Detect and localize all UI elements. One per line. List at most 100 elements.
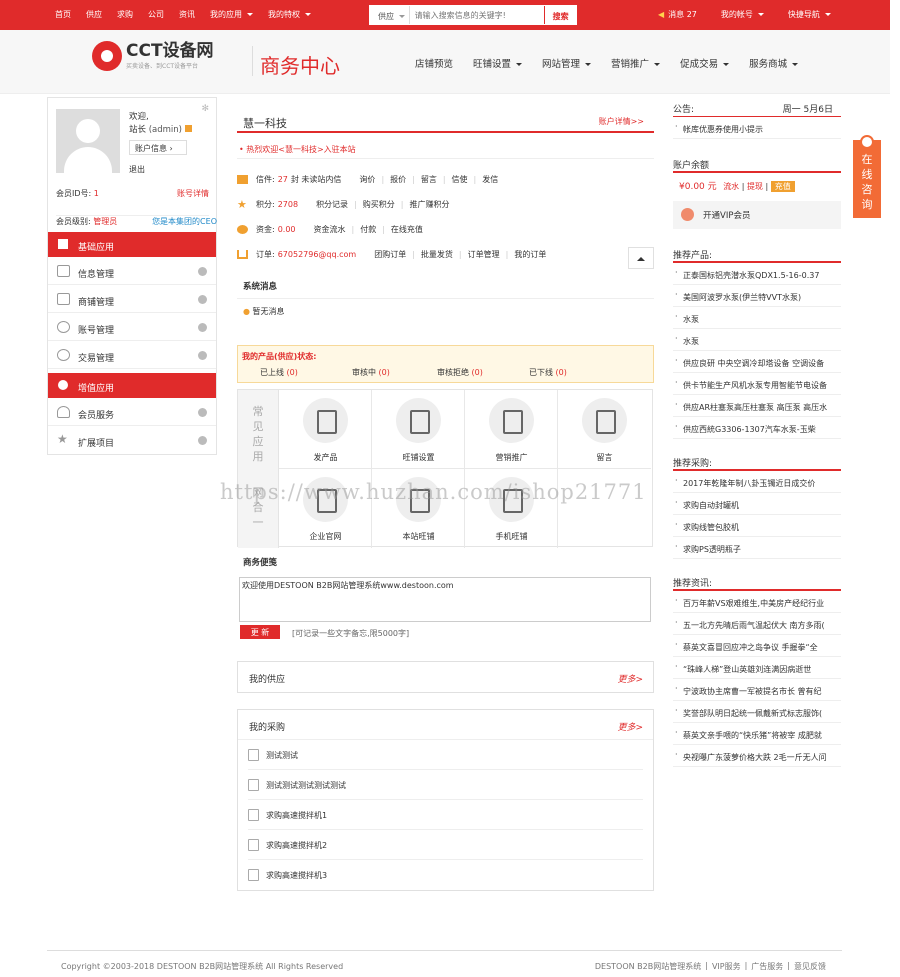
top-nav-privileges[interactable]: 我的特权 — [268, 9, 311, 20]
list-item[interactable]: 奖誉部队明日起统一佩戴新式标志服饰( — [673, 701, 841, 723]
search-button[interactable]: 搜索 — [544, 6, 576, 24]
account-detail-link[interactable]: 账户详情>> — [599, 116, 644, 127]
list-item[interactable]: “珠峰人梯”登山英雄刘连满因病逝世 — [673, 657, 841, 679]
section-value[interactable]: 增值应用 — [48, 373, 216, 398]
nav-site-manage[interactable]: 网站管理 — [542, 56, 592, 70]
sidebar-item-trade[interactable]: 交易管理 — [48, 341, 216, 369]
footer-link-destoon[interactable]: DESTOON B2B网站管理系统 — [595, 961, 701, 972]
nav-service-mall[interactable]: 服务商城 — [749, 56, 799, 70]
list-item[interactable]: 供应良研 中央空调冷却塔设备 空调设备 — [673, 351, 841, 373]
sidebar-item-account[interactable]: 账号管理 — [48, 313, 216, 341]
link-quote[interactable]: 报价 — [390, 174, 406, 185]
quick-nav-link[interactable]: 快捷导航 — [788, 9, 831, 20]
sidebar-item-shop[interactable]: 商铺管理 — [48, 285, 216, 313]
online-consult-button[interactable]: 在线咨询 — [853, 135, 881, 218]
memo-update-button[interactable]: 更 新 — [240, 625, 280, 639]
link-order-manage[interactable]: 订单管理 — [468, 249, 500, 260]
status-offline[interactable]: 已下线 (0) — [529, 367, 567, 378]
sidebar-item-extensions[interactable]: ★ 扩展项目 — [48, 426, 216, 454]
account-detail-link[interactable]: 账号详情 — [177, 188, 209, 199]
list-item[interactable]: 正泰国标铝壳潜水泵QDX1.5-16-0.37 — [673, 263, 841, 285]
link-messenger[interactable]: 信使 — [452, 174, 468, 185]
nav-trade[interactable]: 促成交易 — [680, 56, 730, 70]
status-reviewing[interactable]: 审核中 (0) — [352, 367, 437, 378]
settings-icon[interactable]: ✻ — [201, 104, 209, 114]
list-item[interactable]: 求购高速搅拌机2 — [248, 830, 643, 860]
top-nav-my-apps[interactable]: 我的应用 — [210, 9, 253, 20]
flow-link[interactable]: 流水 — [723, 182, 739, 191]
list-item[interactable]: 测试测试 — [248, 740, 643, 770]
recharge-button[interactable]: 充值 — [770, 181, 795, 192]
link-pay[interactable]: 付款 — [360, 224, 376, 235]
ceo-link[interactable]: 您是本集团的CEO — [152, 216, 217, 227]
top-nav-company[interactable]: 公司 — [148, 9, 164, 20]
search-input[interactable] — [409, 6, 545, 24]
link-inquiry[interactable]: 询价 — [359, 174, 375, 185]
info-value[interactable]: 27 — [278, 175, 288, 184]
list-item[interactable]: 央视曝广东菠萝价格大跌 2毛一斤无人问 — [673, 745, 841, 767]
list-item[interactable]: 水泵 — [673, 329, 841, 351]
nav-shop-preview[interactable]: 店铺预览 — [415, 56, 453, 70]
footer-link-vip[interactable]: VIP服务 — [712, 961, 741, 972]
link-fund-flow[interactable]: 资金流水 — [314, 224, 346, 235]
list-item[interactable]: 测试测试测试测试测试 — [248, 770, 643, 800]
app-marketing[interactable]: 营销推广 — [465, 390, 558, 469]
list-item[interactable]: 供应AR柱塞泵高压柱塞泵 高压泵 高压水 — [673, 395, 841, 417]
link-buy-points[interactable]: 购买积分 — [363, 199, 395, 210]
status-rejected[interactable]: 审核拒绝 (0) — [437, 367, 529, 378]
list-item[interactable]: 蔡英文喜冒回应冲之岛争议 手握拳“全 — [673, 635, 841, 657]
vip-upgrade[interactable]: 开通VIP会员 — [673, 201, 841, 229]
top-nav-home[interactable]: 首页 — [55, 9, 71, 20]
list-item[interactable]: 百万年薪VS艰难维生,中美房产经纪行业 — [673, 591, 841, 613]
info-value[interactable]: 0.00 — [278, 225, 296, 234]
list-item[interactable]: 求购自动封罐机 — [673, 493, 841, 515]
list-item[interactable]: 美国阿波罗水泵(伊兰特VVT水泵) — [673, 285, 841, 307]
section-basic[interactable]: 基础应用 — [48, 232, 216, 257]
app-publish-product[interactable]: 发产品 — [279, 390, 372, 469]
my-account-link[interactable]: 我的帐号 — [721, 9, 764, 20]
link-my-orders[interactable]: 我的订单 — [514, 249, 546, 260]
top-nav-purchase[interactable]: 求购 — [117, 9, 133, 20]
info-value[interactable]: 2708 — [278, 200, 298, 209]
list-item[interactable]: 求购高速搅拌机1 — [248, 800, 643, 830]
purchase-more-link[interactable]: 更多> — [617, 720, 643, 733]
link-recharge[interactable]: 在线充值 — [391, 224, 423, 235]
memo-textarea[interactable]: 欢迎使用DESTOON B2B网站管理系统www.destoon.com — [239, 577, 651, 622]
notice-item[interactable]: 帐库优惠券使用小提示 — [673, 117, 841, 139]
info-value[interactable]: 67052796@qq.com — [278, 250, 357, 259]
messages-link[interactable]: ◀ 消息 27 — [658, 9, 697, 20]
link-earn-points[interactable]: 推广赚积分 — [409, 199, 449, 210]
nav-shop-settings[interactable]: 旺铺设置 — [473, 56, 523, 70]
account-info-button[interactable]: 账户信息 › — [129, 140, 187, 155]
list-item[interactable]: 宁波政协主席曹一军被提名市长 曾有纪 — [673, 679, 841, 701]
list-item[interactable]: 蔡英文亲手喂的“快乐猪”将被宰 成肥就 — [673, 723, 841, 745]
list-item[interactable]: 求购线管包胶机 — [673, 515, 841, 537]
nav-marketing[interactable]: 营销推广 — [611, 56, 661, 70]
top-nav-news[interactable]: 资讯 — [179, 9, 195, 20]
list-item[interactable]: 供卡节能生产风机水泵专用智能节电设备 — [673, 373, 841, 395]
status-online[interactable]: 已上线 (0) — [260, 367, 352, 378]
sidebar-item-member-service[interactable]: 会员服务 — [48, 398, 216, 426]
list-item[interactable]: 求购PS透明瓶子 — [673, 537, 841, 559]
logo[interactable]: CCT设备网 买卖设备、到CCT设备平台 — [92, 41, 214, 71]
link-points-record[interactable]: 积分记录 — [316, 199, 348, 210]
withdraw-link[interactable]: 提现 — [747, 182, 763, 191]
list-item[interactable]: 水泵 — [673, 307, 841, 329]
supply-more-link[interactable]: 更多> — [617, 672, 643, 685]
link-send-mail[interactable]: 发信 — [482, 174, 498, 185]
link-batch-ship[interactable]: 批量发货 — [421, 249, 453, 260]
logout-link[interactable]: 退出 — [129, 164, 145, 175]
list-item[interactable]: 五一北方先晴后雨气温起伏大 南方多雨( — [673, 613, 841, 635]
sidebar-item-info[interactable]: 信息管理 — [48, 257, 216, 285]
footer-link-ads[interactable]: 广告服务 — [751, 961, 783, 972]
avatar[interactable] — [56, 109, 120, 173]
link-group-orders[interactable]: 团购订单 — [374, 249, 406, 260]
link-message[interactable]: 留言 — [421, 174, 437, 185]
collapse-button[interactable] — [628, 247, 654, 269]
list-item[interactable]: 求购高速搅拌机3 — [248, 860, 643, 890]
search-type-select[interactable]: 供应 — [370, 6, 410, 24]
list-item[interactable]: 2017年乾隆年制八卦玉镯近日成交价 — [673, 471, 841, 493]
footer-link-feedback[interactable]: 意见反馈 — [794, 961, 826, 972]
app-shop-settings[interactable]: 旺铺设置 — [372, 390, 465, 469]
app-message[interactable]: 留言 — [558, 390, 651, 469]
